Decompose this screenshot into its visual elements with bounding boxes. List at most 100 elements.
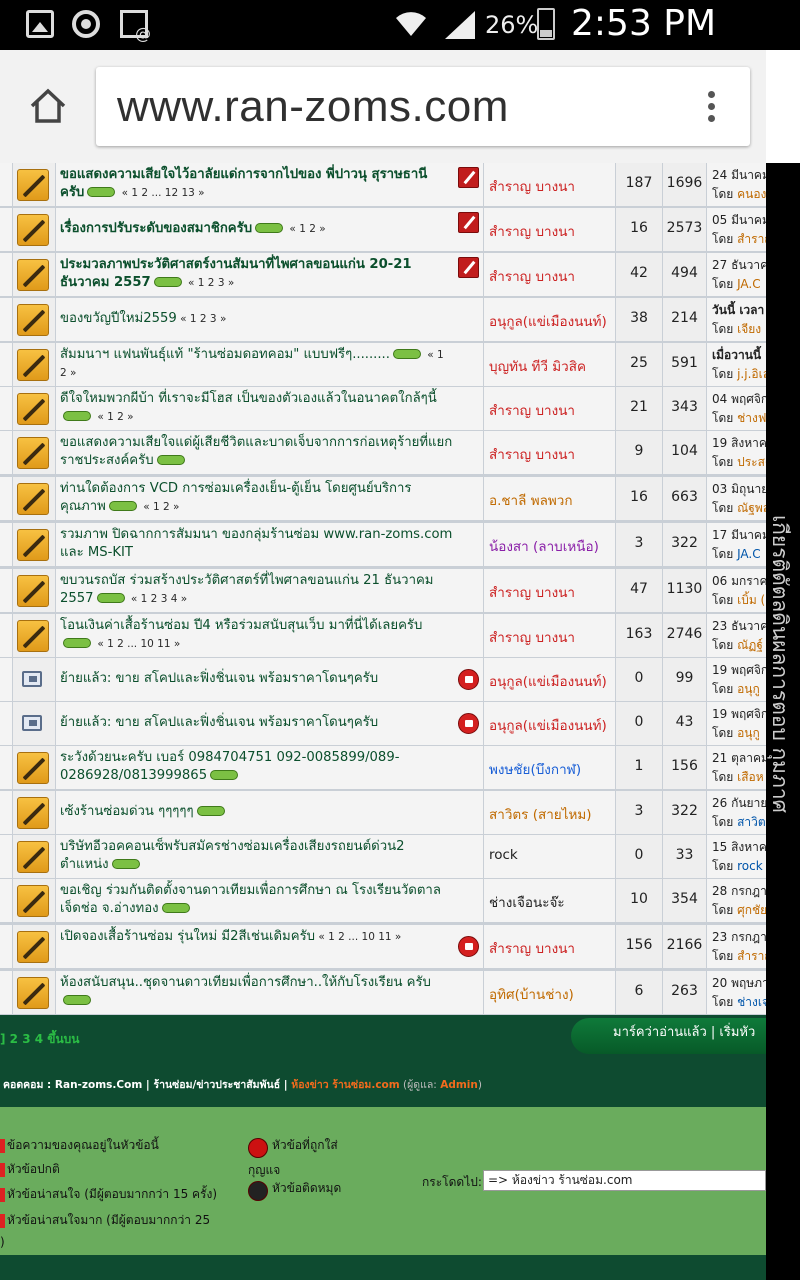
topic-row[interactable]: เปิดจองเสื้อร้านซ่อม รุ่นใหม่ มี2สีเช่นเ… bbox=[0, 925, 766, 969]
topic-row[interactable]: ขอเชิญ ร่วมกันติดตั้งจานดาวเทียมเพื่อการ… bbox=[0, 879, 766, 923]
last-poster-link[interactable]: ประสง bbox=[737, 455, 766, 469]
topic-row[interactable]: บริษัทอีวอคคอนเซ็พรับสมัครช่างซ่อมเครื่อ… bbox=[0, 835, 766, 879]
topic-row[interactable]: เรื่องการปรับระดับของสมาชิกครับ « 1 2 » ส… bbox=[0, 208, 766, 252]
topic-title-cell[interactable]: เรื่องการปรับระดับของสมาชิกครับ « 1 2 » bbox=[56, 208, 483, 251]
topic-title-cell[interactable]: รวมภาพ ปิดฉากการสัมมนา ของกลุ่มร้านซ่อม … bbox=[56, 523, 483, 566]
last-poster-link[interactable]: JA.C bbox=[737, 547, 761, 561]
topic-row[interactable]: ของขวัญปีใหม่2559 « 1 2 3 » อนุกูล(แข่เมื… bbox=[0, 298, 766, 342]
topic-pages[interactable]: « 1 2 ... 10 11 » bbox=[315, 931, 401, 943]
topic-title[interactable]: ของขวัญปีใหม่2559 « 1 2 3 » bbox=[60, 310, 453, 328]
last-poster-link[interactable]: ช่างเจ bbox=[737, 995, 766, 1009]
mark-read-button[interactable]: มาร์คว่าอ่านแล้ว | เริ่มหัว bbox=[571, 1018, 766, 1054]
topic-title[interactable]: โอนเงินค่าเสื้อร้านซ่อม ปี4 หรือร่วมสนับ… bbox=[60, 617, 453, 653]
last-poster-link[interactable]: ณัฏฐ์ bbox=[737, 638, 763, 652]
author-link[interactable]: rock bbox=[489, 847, 518, 863]
last-poster-link[interactable]: เบิ้ม ( bbox=[737, 593, 765, 607]
topic-title[interactable]: เซ้งร้านซ่อมด่วน ๆๆๆๆๆ bbox=[60, 803, 453, 821]
topic-title-cell[interactable]: ท่านใดต้องการ VCD การซ่อมเครื่องเย็น-ตู้… bbox=[56, 477, 483, 520]
breadcrumb-home[interactable]: คอดคอม : Ran-zoms.Com bbox=[3, 1079, 142, 1091]
last-poster-link[interactable]: j.j.อิเล bbox=[737, 367, 766, 381]
last-poster-link[interactable]: เจียง bbox=[737, 322, 761, 336]
author-link[interactable]: อนุกูล(แข่เมืองนนท์) bbox=[489, 670, 607, 692]
author-link[interactable]: บุญทัน ทีวี มิวสิค bbox=[489, 355, 586, 377]
author-link[interactable]: สาวิตร (สายไหม) bbox=[489, 803, 592, 825]
topic-title-cell[interactable]: ระวังด้วยนะครับ เบอร์ 0984704751 092-008… bbox=[56, 746, 483, 789]
topic-title[interactable]: เรื่องการปรับระดับของสมาชิกครับ « 1 2 » bbox=[60, 220, 453, 238]
topic-title[interactable]: รวมภาพ ปิดฉากการสัมมนา ของกลุ่มร้านซ่อม … bbox=[60, 526, 453, 562]
overflow-menu-icon[interactable] bbox=[708, 91, 716, 123]
topic-title[interactable]: สัมมนาฯ แฟนพันธุ์แท้ "ร้านซ่อมดอทคอม" แบ… bbox=[60, 346, 453, 382]
author-link[interactable]: อ.ชาลี พลพวก bbox=[489, 489, 573, 511]
breadcrumb-category[interactable]: ร้านซ่อม/ข่าวประชาสัมพันธ์ bbox=[153, 1079, 280, 1091]
topic-title[interactable]: ขอเชิญ ร่วมกันติดตั้งจานดาวเทียมเพื่อการ… bbox=[60, 882, 453, 918]
author-link[interactable]: สำราญ บางนา bbox=[489, 220, 575, 242]
topic-title[interactable]: ย้ายแล้ว: ขาย สโคปและฟิ่งชิ่นเจน พร้อมรา… bbox=[60, 670, 453, 688]
author-link[interactable]: สำราญ บางนา bbox=[489, 626, 575, 648]
author-link[interactable]: สำราญ บางนา bbox=[489, 581, 575, 603]
topic-title[interactable]: ประมวลภาพประวัติศาสตร์งานสัมนาที่ไพศาลขอ… bbox=[60, 256, 453, 292]
topic-title-cell[interactable]: ย้ายแล้ว: ขาย สโคปและฟิ่งชิ่นเจน พร้อมรา… bbox=[56, 702, 483, 745]
author-link[interactable]: น้องสา (ลาบเหนือ) bbox=[489, 535, 599, 557]
home-icon[interactable] bbox=[28, 86, 68, 126]
topic-title-cell[interactable]: สัมมนาฯ แฟนพันธุ์แท้ "ร้านซ่อมดอทคอม" แบ… bbox=[56, 343, 483, 386]
topic-row[interactable]: ดีใจใหมพวกผีบ้า ที่เราจะมีโฮส เป็นของตัว… bbox=[0, 387, 766, 431]
topic-pages[interactable]: « 1 2 ... 12 13 » bbox=[118, 187, 205, 199]
topic-title-cell[interactable]: ของขวัญปีใหม่2559 « 1 2 3 » bbox=[56, 298, 483, 341]
topic-title[interactable]: ขอแสดงความเสียใจแด่ผู้เสียชีวิตและบาดเจ็… bbox=[60, 434, 453, 470]
topic-row[interactable]: เซ้งร้านซ่อมด่วน ๆๆๆๆๆ สาวิตร (สายไหม) 3 32… bbox=[0, 791, 766, 835]
topic-title[interactable]: ท่านใดต้องการ VCD การซ่อมเครื่องเย็น-ตู้… bbox=[60, 480, 453, 516]
last-poster-link[interactable]: JA.C bbox=[737, 277, 761, 291]
author-link[interactable]: ช่างเจือนะจ๊ะ bbox=[489, 891, 565, 913]
moderator-link[interactable]: Admin bbox=[440, 1079, 478, 1091]
topic-row[interactable]: ขอแสดงความเสียใจแด่ผู้เสียชีวิตและบาดเจ็… bbox=[0, 431, 766, 475]
topic-title-cell[interactable]: เซ้งร้านซ่อมด่วน ๆๆๆๆๆ bbox=[56, 791, 483, 834]
topic-pages[interactable]: « 1 2 3 4 » bbox=[128, 593, 187, 605]
author-link[interactable]: สำราญ บางนา bbox=[489, 399, 575, 421]
author-link[interactable]: สำราญ บางนา bbox=[489, 265, 575, 287]
topic-row[interactable]: ย้ายแล้ว: ขาย สโคปและฟิ่งชิ่นเจน พร้อมรา… bbox=[0, 658, 766, 702]
topic-title-cell[interactable]: โอนเงินค่าเสื้อร้านซ่อม ปี4 หรือร่วมสนับ… bbox=[56, 614, 483, 657]
topic-title[interactable]: ห้องสนับสนุน..ชุดจานดาวเทียมเพื่อการศึกษ… bbox=[60, 974, 453, 1010]
last-poster-link[interactable]: สำราญ bbox=[737, 949, 766, 963]
pagination[interactable]: ] 2 3 4 ขึ้นบน bbox=[0, 1030, 79, 1049]
topic-row[interactable]: ห้องสนับสนุน..ชุดจานดาวเทียมเพื่อการศึกษ… bbox=[0, 971, 766, 1015]
author-link[interactable]: พงษชัย(บึงกาฬ) bbox=[489, 758, 581, 780]
author-link[interactable]: อนุกูล(แข่เมืองนนท์) bbox=[489, 714, 607, 736]
topic-pages[interactable]: « 1 2 » bbox=[286, 223, 325, 235]
topic-title-cell[interactable]: ขอแสดงความเสียใจแด่ผู้เสียชีวิตและบาดเจ็… bbox=[56, 431, 483, 474]
last-poster-link[interactable]: ศุกชัย bbox=[737, 903, 766, 917]
last-poster-link[interactable]: rock bbox=[737, 859, 763, 873]
topic-title-cell[interactable]: ห้องสนับสนุน..ชุดจานดาวเทียมเพื่อการศึกษ… bbox=[56, 971, 483, 1014]
topic-title-cell[interactable]: ขบวนรถบัส ร่วมสร้างประวัติศาสตร์ที่ไพศาล… bbox=[56, 569, 483, 612]
author-link[interactable]: อุทิศ(บ้านช่าง) bbox=[489, 983, 574, 1005]
topic-pages[interactable]: « 1 2 » bbox=[140, 501, 179, 513]
topic-title-cell[interactable]: ย้ายแล้ว: ขาย สโคปและฟิ่งชิ่นเจน พร้อมรา… bbox=[56, 658, 483, 701]
author-link[interactable]: อนุกูล(แข่เมืองนนท์) bbox=[489, 310, 607, 332]
topic-pages[interactable]: « 1 2 3 » bbox=[177, 313, 226, 325]
last-poster-link[interactable]: ช่างฟ bbox=[737, 411, 766, 425]
topic-pages[interactable]: « 1 2 ... 10 11 » bbox=[94, 638, 180, 650]
last-poster-link[interactable]: คนอง bbox=[737, 187, 766, 201]
last-poster-link[interactable]: ณัฐพล bbox=[737, 501, 766, 515]
topic-row[interactable]: ขบวนรถบัส ร่วมสร้างประวัติศาสตร์ที่ไพศาล… bbox=[0, 569, 766, 613]
last-poster-link[interactable]: เสือห bbox=[737, 770, 764, 784]
address-bar[interactable]: www.ran-zoms.com bbox=[96, 67, 750, 146]
topic-row[interactable]: ระวังด้วยนะครับ เบอร์ 0984704751 092-008… bbox=[0, 746, 766, 790]
topic-pages[interactable]: « 1 2 » bbox=[94, 411, 133, 423]
topic-row[interactable]: ท่านใดต้องการ VCD การซ่อมเครื่องเย็น-ตู้… bbox=[0, 477, 766, 521]
topic-row[interactable]: ขอแสดงความเสียใจไว้อาลัยแด่การจากไปของ พ… bbox=[0, 163, 766, 207]
author-link[interactable]: สำราญ บางนา bbox=[489, 175, 575, 197]
topic-title-cell[interactable]: เปิดจองเสื้อร้านซ่อม รุ่นใหม่ มี2สีเช่นเ… bbox=[56, 925, 483, 968]
topic-pages[interactable]: « 1 2 3 » bbox=[185, 277, 234, 289]
breadcrumb-board[interactable]: ห้องข่าว ร้านซ่อม.com bbox=[291, 1079, 399, 1091]
topic-row[interactable]: โอนเงินค่าเสื้อร้านซ่อม ปี4 หรือร่วมสนับ… bbox=[0, 614, 766, 658]
last-poster-link[interactable]: อนุกู bbox=[737, 726, 760, 740]
topic-title[interactable]: ขบวนรถบัส ร่วมสร้างประวัติศาสตร์ที่ไพศาล… bbox=[60, 572, 453, 608]
topic-title-cell[interactable]: ประมวลภาพประวัติศาสตร์งานสัมนาที่ไพศาลขอ… bbox=[56, 253, 483, 296]
topic-title[interactable]: บริษัทอีวอคคอนเซ็พรับสมัครช่างซ่อมเครื่อ… bbox=[60, 838, 453, 874]
last-poster-link[interactable]: อนุกู bbox=[737, 682, 760, 696]
last-poster-link[interactable]: สาวิต bbox=[737, 815, 766, 829]
jump-to-select[interactable]: => ห้องข่าว ร้านซ่อม.com bbox=[483, 1170, 766, 1191]
topic-title-cell[interactable]: ขอเชิญ ร่วมกันติดตั้งจานดาวเทียมเพื่อการ… bbox=[56, 879, 483, 922]
topic-row[interactable]: รวมภาพ ปิดฉากการสัมมนา ของกลุ่มร้านซ่อม … bbox=[0, 523, 766, 567]
